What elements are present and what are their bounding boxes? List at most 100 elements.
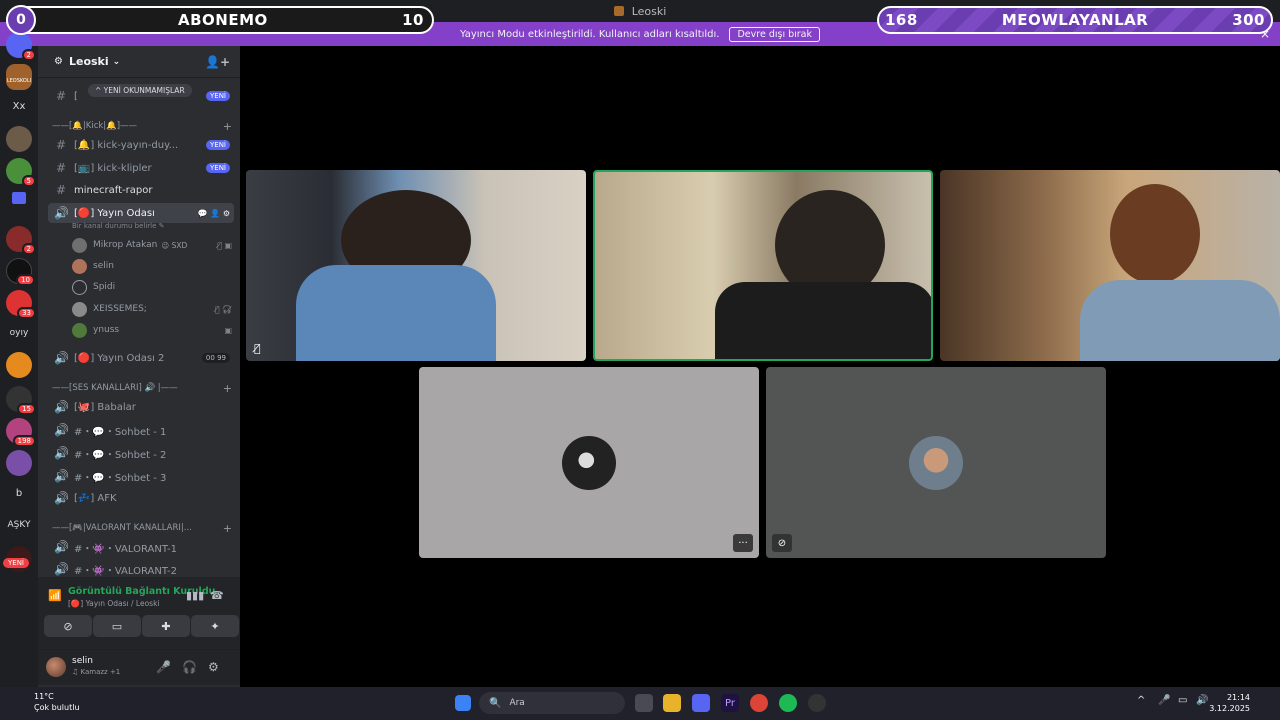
server-icon-oyiy[interactable]: oyıy [0,328,38,338]
voice-user[interactable]: Spidi [72,278,232,296]
follower-goal-target: 300 [1232,11,1265,29]
windows-taskbar: 11°C Çok bulutlu 🔍 Ara Pr ^ 🎤 ▭ 🔊 21:14 … [0,687,1280,720]
add-channel-icon[interactable]: + [223,382,232,395]
task-view-icon[interactable] [635,694,653,712]
avatar [72,279,87,295]
category-ses-kanallari[interactable]: ——[SES KANALLARI] 🔊 |—— + [52,381,232,395]
channel-status-hint[interactable]: Bir kanal durumu belirle ✎ [72,222,165,230]
video-tile-speaking[interactable] [593,170,933,361]
voice-channel-sohbet-3[interactable]: 🔊 #・💬・Sohbet - 3 [48,466,234,486]
unread-messages-pill[interactable]: ^ YENİ OKUNMAMIŞLAR [88,84,192,97]
screen-share-button[interactable]: ▭ [93,615,141,637]
headphones-icon[interactable]: 🎧 [182,660,197,674]
channel-item-kick-yayin-duyuru[interactable]: # [🔔] kick-yayın-duy... YENİ [48,135,234,155]
video-tile-avatar-2[interactable]: ⊘ [766,367,1106,558]
server-icon-dark[interactable]: 10 [6,258,35,286]
voice-channel-sohbet-1[interactable]: 🔊 #・💬・Sohbet - 1 [48,420,234,440]
server-icon-red[interactable]: 2 [6,226,36,255]
server-icon-xx[interactable]: Xx [0,101,38,112]
premiere-icon[interactable]: Pr [721,694,739,712]
voice-channel-afk[interactable]: 🔊 [💤] AFK [48,488,234,508]
chrome-icon[interactable] [750,694,768,712]
server-icon-no-sign[interactable]: 33 [6,290,36,319]
file-explorer-icon[interactable] [663,694,681,712]
noise-suppression-icon[interactable]: ▮▮▮ [186,589,204,602]
soundboard-button[interactable]: ✦ [191,615,239,637]
follower-goal-label: MEOWLAYANLAR [1001,11,1149,29]
server-icon-dm[interactable]: 2 [6,32,36,61]
signal-icon[interactable]: 📶 [48,589,62,602]
voice-user-name: ynuss [93,325,120,335]
voice-channel-valorant-2[interactable]: 🔊 #・👾・VALORANT-2 [48,559,234,579]
voice-user[interactable]: ynuss ▣ [72,321,232,339]
add-channel-icon[interactable]: + [223,522,232,535]
channel-actions-icons[interactable]: 💬 👤 ⚙ [198,209,230,218]
video-tile-third[interactable] [940,170,1280,361]
voice-user[interactable]: XEISSEMES; 🎙̸ 🎧̸ [72,300,232,318]
server-logo-icon [613,6,624,16]
video-tile-avatar-1[interactable]: ··· [419,367,759,558]
speaker-icon: 🔊 [54,351,69,365]
spotify-icon[interactable] [779,694,797,712]
category-kick[interactable]: ——[🔔|Kick|🔔]—— + [52,119,232,133]
microphone-tray-icon[interactable]: 🎤 [1158,695,1170,706]
server-icon-cat[interactable] [6,126,32,152]
user-limit-badge: 00 99 [201,353,230,363]
voice-user[interactable]: selin [72,257,232,275]
channel-item-minecraft-rapor[interactable]: # minecraft-rapor [48,180,234,200]
channel-item-kick-klipler[interactable]: # [📺] kick-klipler YENİ [48,158,234,178]
server-icon-gray[interactable]: 15 [6,386,36,415]
avatar [72,258,87,274]
video-tile-mikrop-atakan[interactable]: 🎙̸ [246,170,586,361]
camera-off-button[interactable]: ⊘ [44,615,92,637]
weather-widget[interactable]: 11°C Çok bulutlu [14,691,80,713]
voice-user[interactable]: Mikrop Atakan 😉 SXD 🎙̸ ▣ [72,236,232,254]
channel-label: [🐙] Babalar [74,401,136,413]
voice-user-name: selin [93,261,114,271]
start-icon[interactable] [455,695,471,711]
activities-button[interactable]: ✚ [142,615,190,637]
obs-icon[interactable] [808,694,826,712]
voice-location[interactable]: [🔴] Yayın Odası / Leoski [68,599,160,608]
avatar [72,322,87,338]
camera-icon: ▣ [224,325,232,335]
disable-streamer-mode-button[interactable]: Devre dışı bırak [729,26,821,42]
server-icon-orange[interactable] [6,352,32,378]
channel-label: [💤] AFK [74,492,117,504]
new-servers-badge[interactable]: YENİ [3,558,29,568]
speaker-icon: 🔊 [54,206,69,220]
server-icon-asky[interactable]: AŞKY [0,520,38,530]
server-icon-leoskoli[interactable] [6,64,32,90]
category-valorant[interactable]: ——[🎮|VALORANT KANALLARI|... + [52,521,232,535]
tray-chevron-icon[interactable]: ^ [1137,695,1145,706]
microphone-icon[interactable]: 🎤 [156,660,171,674]
folder-icon[interactable] [12,192,26,204]
invite-people-icon[interactable]: 👤+ [205,55,230,69]
voice-channel-valorant-1[interactable]: 🔊 #・👾・VALORANT-1 [48,537,234,557]
server-icon-green[interactable]: 5 [6,158,36,187]
category-label: ——[🎮|VALORANT KANALLARI|... [52,523,192,533]
clock[interactable]: 21:14 3.12.2025 [1209,692,1250,714]
discord-icon[interactable] [692,694,710,712]
gear-icon[interactable]: ⚙ [208,660,219,674]
add-channel-icon[interactable]: + [223,120,232,133]
threads-icon: # [55,183,67,197]
disconnect-icon[interactable]: ☎ [210,589,224,602]
channel-label: [🔔] kick-yayın-duy... [74,139,179,151]
subscriber-goal-target: 10 [402,11,424,29]
voice-channel-yayin-odasi-2[interactable]: 🔊 [🔴] Yayın Odası 2 00 99 [48,348,234,368]
voice-channel-yayin-odasi[interactable]: 🔊 [🔴] Yayın Odası 💬 👤 ⚙ [48,203,234,223]
volume-icon[interactable]: 🔊 [1196,695,1208,706]
server-icon-pink[interactable]: 198 [6,418,36,447]
server-header[interactable]: ⚙ Leoski ⌄ 👤+ [38,46,240,78]
server-icon-b[interactable]: b [0,488,38,499]
server-icon-purple[interactable] [6,450,32,476]
search-box[interactable]: 🔍 Ara [479,692,625,714]
avatar[interactable] [46,657,66,677]
voice-channel-sohbet-2[interactable]: 🔊 #・💬・Sohbet - 2 [48,443,234,463]
voice-channel-babalar[interactable]: 🔊 [🐙] Babalar [48,397,234,417]
network-icon[interactable]: ▭ [1178,695,1187,706]
more-options-icon[interactable]: ··· [733,534,753,552]
speaker-icon: 🔊 [54,469,69,483]
badge: 33 [17,307,36,319]
